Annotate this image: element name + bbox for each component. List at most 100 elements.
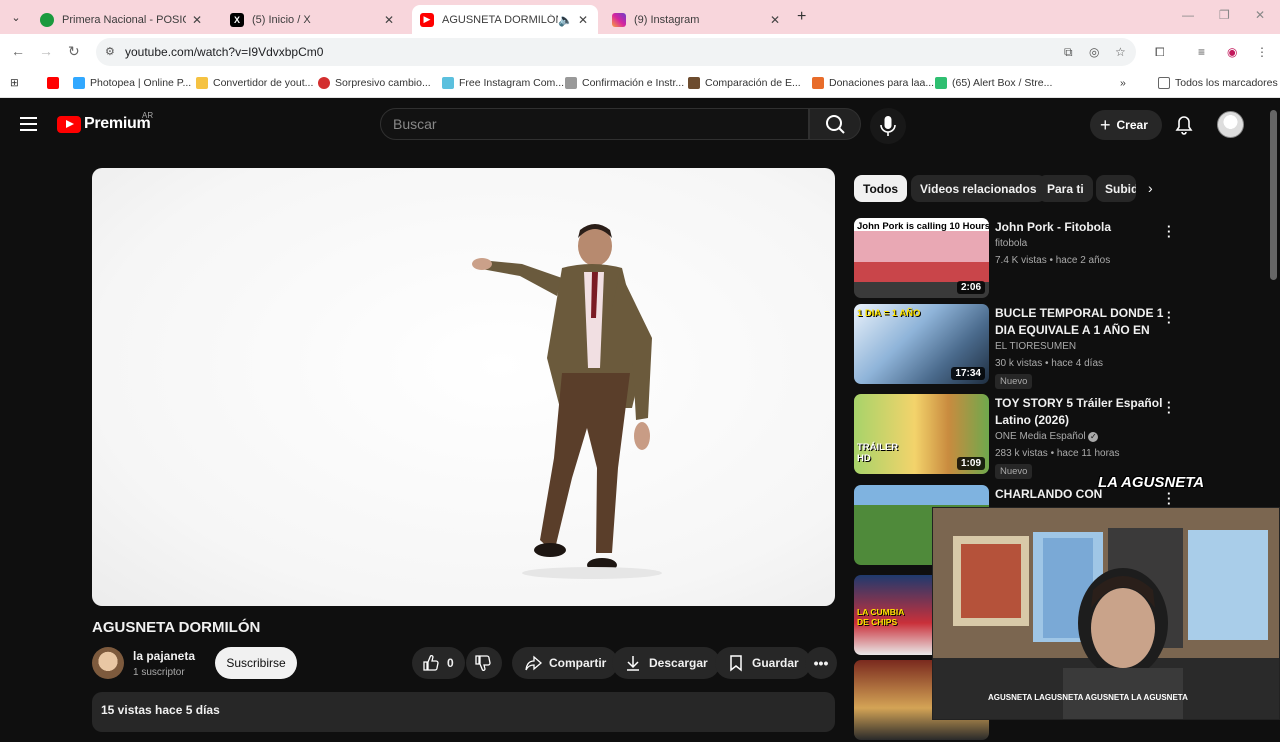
bookmark-star-icon[interactable]: ☆ <box>1115 45 1126 59</box>
bookmark-0[interactable]: Photopea | Online P... <box>73 77 191 89</box>
globe-icon <box>40 12 54 27</box>
like-button[interactable]: 0 <box>412 647 465 679</box>
close-icon[interactable]: ✕ <box>190 13 204 27</box>
media-control-icon[interactable]: ≡ <box>1198 45 1205 59</box>
search-box[interactable] <box>380 108 809 140</box>
channel-avatar[interactable] <box>92 647 124 679</box>
video-duration: 2:06 <box>956 281 985 294</box>
tab-search-button[interactable]: ⌄ <box>6 8 26 26</box>
compare-icon <box>688 77 700 89</box>
speaker-icon[interactable]: 🔈 <box>558 13 573 27</box>
notifications-bell-icon[interactable] <box>1174 115 1194 135</box>
tab-primera-nacional[interactable]: Primera Nacional - POSICIONES ✕ <box>32 5 212 34</box>
dislike-button[interactable] <box>466 647 502 679</box>
bookmarks-bar: ⊞ Photopea | Online P... Convertidor de … <box>0 70 1280 98</box>
browser-menu-icon[interactable]: ⋮ <box>1256 45 1268 59</box>
save-button[interactable]: Guardar <box>715 647 811 679</box>
description-box[interactable]: 15 vistas hace 5 días <box>92 692 835 732</box>
video-player[interactable] <box>92 168 835 606</box>
site-info-icon[interactable]: ⚙ <box>105 45 119 59</box>
url-text[interactable]: youtube.com/watch?v=I9VdvxbpCm0 <box>125 45 323 59</box>
subscribe-button[interactable]: Suscribirse <box>215 647 297 679</box>
video-thumbnail[interactable]: John Pork is calling 10 Hours 2:06 <box>854 218 989 298</box>
folder-icon <box>196 77 208 89</box>
eye-off-icon[interactable]: ◎ <box>1089 45 1099 59</box>
tab-youtube[interactable]: ▶ AGUSNETA DORMILÓN - Yo 🔈 ✕ <box>412 5 598 34</box>
channel-name[interactable]: ONE Media Español ✓ <box>995 431 1099 442</box>
address-bar-row: ← → ↻ ⚙ youtube.com/watch?v=I9VdvxbpCm0 … <box>0 34 1280 70</box>
omnibox[interactable]: ⚙ youtube.com/watch?v=I9VdvxbpCm0 <box>96 38 1136 66</box>
recommendation-item[interactable]: 1 DIA = 1 AÑO 17:34 BUCLE TEMPORAL DONDE… <box>854 304 1184 389</box>
tab-instagram[interactable]: (9) Instagram ✕ <box>604 5 790 34</box>
close-icon[interactable]: ✕ <box>382 13 396 27</box>
create-button[interactable]: + Crear <box>1090 110 1162 140</box>
video-frame-dancing-man <box>472 224 662 579</box>
maximize-button[interactable]: ❐ <box>1219 8 1230 22</box>
donation-icon <box>812 77 824 89</box>
recommendation-item[interactable]: John Pork is calling 10 Hours 2:06 John … <box>854 218 1184 300</box>
account-avatar[interactable] <box>1217 111 1244 138</box>
bookmark-label: Free Instagram Com... <box>459 77 565 89</box>
menu-icon[interactable] <box>20 117 37 131</box>
channel-name[interactable]: la pajaneta <box>133 649 195 663</box>
extensions-icon[interactable]: ⧠ <box>1155 45 1165 60</box>
profile-icon[interactable]: ◉ <box>1227 45 1237 59</box>
recommendation-item[interactable]: TRÁILER HD 1:09 TOY STORY 5 Tráiler Espa… <box>854 394 1184 479</box>
channel-name[interactable]: EL TIORESUMEN <box>995 341 1076 352</box>
like-count: 0 <box>447 656 454 670</box>
bookmark-4[interactable]: Confirmación e Instr... <box>565 77 684 89</box>
bookmark-1[interactable]: Convertidor de yout... <box>196 77 313 89</box>
channel-name[interactable]: fitobola <box>995 238 1027 249</box>
bookmark-2[interactable]: Sorpresivo cambio... <box>318 77 431 89</box>
region-code: AR <box>142 111 154 120</box>
video-thumbnail[interactable]: 1 DIA = 1 AÑO 17:34 <box>854 304 989 384</box>
share-button[interactable]: Compartir <box>512 647 619 679</box>
video-title[interactable]: BUCLE TEMPORAL DONDE 1 DIA EQUIVALE A 1 … <box>995 305 1165 339</box>
chip-todos[interactable]: Todos <box>854 175 908 202</box>
back-icon[interactable]: ← <box>11 43 25 59</box>
more-options-icon[interactable]: · · · <box>1167 306 1171 329</box>
more-options-icon[interactable]: · · · <box>1167 220 1171 243</box>
minimize-button[interactable]: — <box>1182 8 1194 22</box>
chip-para-ti[interactable]: Para ti <box>1038 175 1093 202</box>
bookmark-6[interactable]: Donaciones para laa... <box>812 77 934 89</box>
bookmark-3[interactable]: Free Instagram Com... <box>442 77 564 89</box>
video-meta: 30 k vistas • hace 4 días <box>995 358 1104 369</box>
chip-subidos[interactable]: Subid <box>1096 175 1136 202</box>
chevron-right-icon[interactable]: › <box>1148 180 1153 196</box>
all-bookmarks[interactable]: Todos los marcadores <box>1158 77 1278 89</box>
bookmark-7[interactable]: (65) Alert Box / Stre... <box>935 77 1052 89</box>
instagram-icon <box>612 12 626 27</box>
reload-icon[interactable]: ↻ <box>68 43 80 60</box>
voice-search-button[interactable] <box>870 108 906 144</box>
bookmark-5[interactable]: Comparación de E... <box>688 77 801 89</box>
folder-icon <box>1158 77 1170 89</box>
page-scrollbar[interactable] <box>1270 110 1277 280</box>
thumbnail-caption: TRÁILER HD <box>857 442 899 464</box>
more-actions-icon[interactable]: ••• <box>805 647 837 679</box>
youtube-premium-logo[interactable]: Premium AR <box>57 111 153 133</box>
search-input[interactable] <box>393 116 793 132</box>
video-title[interactable]: John Pork - Fitobola <box>995 219 1165 236</box>
close-icon[interactable]: ✕ <box>576 13 590 27</box>
forward-icon[interactable]: → <box>39 43 53 59</box>
install-app-icon[interactable]: ⧉ <box>1064 45 1073 60</box>
bookmark-youtube[interactable] <box>47 77 64 89</box>
video-thumbnail[interactable]: TRÁILER HD 1:09 <box>854 394 989 474</box>
more-options-icon[interactable]: · · · <box>1167 487 1171 510</box>
download-button[interactable]: Descargar <box>612 647 720 679</box>
tab-x[interactable]: X (5) Inicio / X ✕ <box>222 5 404 34</box>
apps-icon[interactable]: ⊞ <box>10 77 19 89</box>
new-tab-button[interactable]: + <box>797 8 806 26</box>
more-bookmarks-button[interactable]: » <box>1120 77 1126 89</box>
window-close-button[interactable]: ✕ <box>1255 8 1265 22</box>
news-icon <box>318 77 330 89</box>
search-button[interactable] <box>809 108 861 140</box>
video-title[interactable]: TOY STORY 5 Tráiler Español Latino (2026… <box>995 395 1165 429</box>
chip-videos-relacionados[interactable]: Videos relacionados <box>911 175 1046 202</box>
save-label: Guardar <box>752 656 799 670</box>
youtube-play-icon <box>57 115 81 133</box>
verified-icon: ✓ <box>1088 432 1099 442</box>
close-icon[interactable]: ✕ <box>768 13 782 27</box>
more-options-icon[interactable]: · · · <box>1167 396 1171 419</box>
